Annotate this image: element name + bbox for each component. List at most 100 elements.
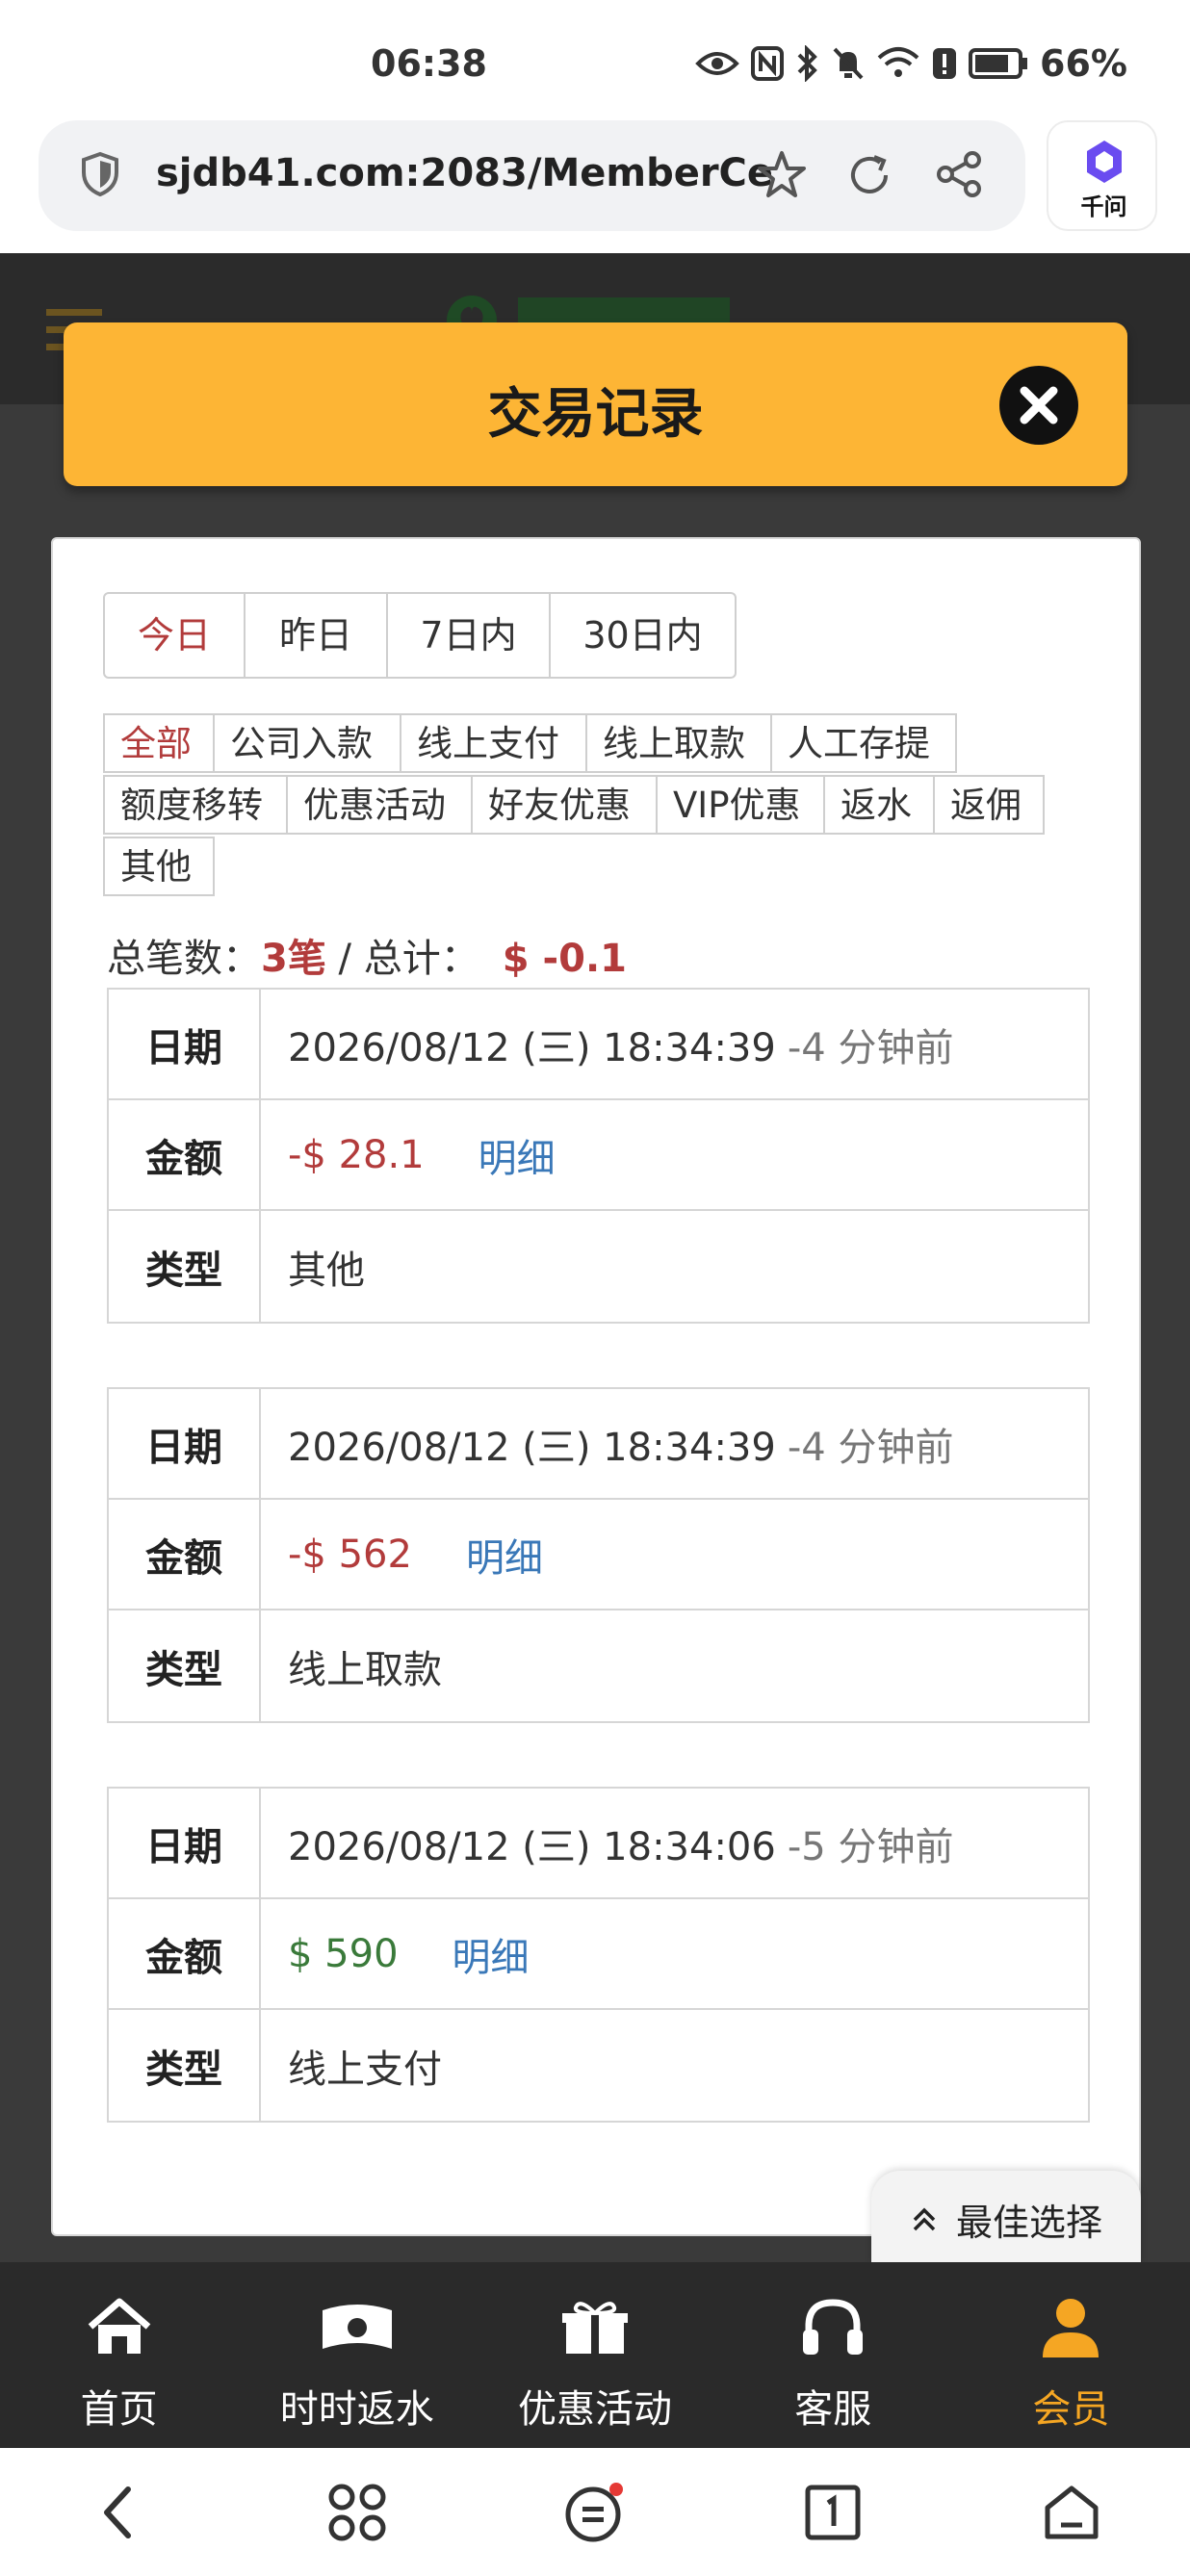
star-icon[interactable]: [756, 149, 808, 201]
nav-promotions-label: 优惠活动: [518, 2387, 672, 2432]
record-ago: -4 分钟前: [787, 1025, 954, 1070]
record-type-row: 类型 线上取款: [109, 1610, 1088, 1721]
type-tag-vip[interactable]: VIP优惠: [656, 775, 825, 835]
total-value: $ -0.1: [502, 937, 627, 981]
summary-line: 总笔数：3笔 / 总计： $ -0.1: [107, 927, 627, 983]
type-tag-manual[interactable]: 人工存提: [770, 713, 957, 773]
back-button[interactable]: [83, 2477, 154, 2548]
shield-icon[interactable]: [81, 151, 119, 197]
nav-rebate-label: 时时返水: [279, 2387, 434, 2432]
best-choice-button[interactable]: 最佳选择: [871, 2171, 1141, 2267]
tabs-button[interactable]: [797, 2477, 868, 2548]
nav-promotions[interactable]: 优惠活动: [476, 2262, 713, 2448]
date-filter-tabs: 今日 昨日 7日内 30日内: [103, 592, 737, 679]
amount-label: 金额: [109, 1500, 261, 1609]
type-tag-company-deposit[interactable]: 公司入款: [213, 713, 401, 773]
nav-support[interactable]: 客服: [714, 2262, 952, 2448]
type-tag-transfer[interactable]: 额度移转: [103, 775, 288, 835]
share-icon[interactable]: [934, 149, 984, 199]
menu-button[interactable]: [559, 2477, 631, 2548]
chevron-left-icon: [104, 2486, 131, 2538]
modal-header: 交易记录: [64, 322, 1127, 486]
record-amount: $ 590: [288, 1931, 399, 1976]
alert-icon: [933, 48, 956, 79]
record-type: 其他: [288, 1248, 365, 1293]
type-tag-all[interactable]: 全部: [103, 713, 215, 773]
gift-icon: [556, 2294, 634, 2361]
money-icon: [319, 2294, 396, 2361]
assistant-button[interactable]: 千问: [1047, 120, 1157, 231]
record-date-row: 日期 2026/08/12 (三) 18:34:06 -5 分钟前: [109, 1789, 1088, 1899]
bluetooth-icon: [797, 45, 817, 82]
home-icon: [81, 2294, 158, 2361]
wifi-icon: [877, 47, 919, 77]
type-tag-promotions[interactable]: 优惠活动: [286, 775, 473, 835]
reload-icon[interactable]: [845, 151, 893, 199]
detail-link[interactable]: 明细: [453, 1926, 530, 1982]
mute-icon: [833, 47, 864, 80]
record-type-row: 类型 线上支付: [109, 2010, 1088, 2121]
date-value: 2026/08/12 (三) 18:34:39 -4 分钟前: [261, 1389, 1088, 1498]
record-type: 线上取款: [288, 1647, 442, 1692]
nav-home[interactable]: 首页: [0, 2262, 238, 2448]
summary-separator: /: [325, 937, 364, 981]
record-ago: -4 分钟前: [787, 1425, 954, 1470]
headset-icon: [794, 2294, 871, 2361]
date-label: 日期: [109, 990, 261, 1098]
type-tag-other[interactable]: 其他: [103, 837, 215, 896]
record-amount: -$ 562: [288, 1532, 412, 1577]
close-icon: [1020, 386, 1058, 425]
status-time: 06:38: [371, 42, 487, 85]
date-value: 2026/08/12 (三) 18:34:06 -5 分钟前: [261, 1789, 1088, 1897]
nav-member-label: 会员: [1032, 2387, 1110, 2432]
record-amount: -$ 28.1: [288, 1132, 425, 1177]
amount-label: 金额: [109, 1899, 261, 2008]
type-tag-friend-bonus[interactable]: 好友优惠: [471, 775, 658, 835]
system-navigation-bar: [0, 2448, 1190, 2576]
apps-button[interactable]: [322, 2477, 393, 2548]
total-label: 总计：: [363, 937, 479, 981]
eye-icon: [695, 52, 739, 75]
type-tag-rebate[interactable]: 返水: [823, 775, 935, 835]
close-button[interactable]: [999, 366, 1078, 445]
record-datetime: 2026/08/12 (三) 18:34:06: [288, 1824, 776, 1869]
type-label: 类型: [109, 1211, 261, 1322]
nav-member[interactable]: 会员: [952, 2262, 1190, 2448]
tab-count-icon: [805, 2485, 861, 2540]
type-tag-commission[interactable]: 返佣: [933, 775, 1045, 835]
type-tag-online-payment[interactable]: 线上支付: [400, 713, 587, 773]
amount-value: $ 590 明细: [261, 1899, 1088, 2008]
detail-link[interactable]: 明细: [479, 1127, 556, 1183]
record-ago: -5 分钟前: [787, 1824, 954, 1869]
battery-percentage: 66%: [1040, 42, 1127, 85]
apps-icon: [328, 2484, 386, 2541]
detail-link[interactable]: 明细: [466, 1527, 543, 1583]
type-label: 类型: [109, 2010, 261, 2121]
tab-30-days[interactable]: 30日内: [551, 594, 735, 677]
nav-rebate[interactable]: 时时返水: [238, 2262, 476, 2448]
status-bar: 06:38 66%: [0, 0, 1190, 120]
best-choice-label: 最佳选择: [955, 2201, 1102, 2244]
tab-yesterday[interactable]: 昨日: [246, 594, 388, 677]
nav-home-label: 首页: [80, 2387, 158, 2432]
record-type: 线上支付: [288, 2047, 442, 2092]
date-label: 日期: [109, 1389, 261, 1498]
record-amount-row: 金额 $ 590 明细: [109, 1899, 1088, 2010]
url-text[interactable]: sjdb41.com:2083/MemberCe: [156, 151, 773, 195]
tab-7-days[interactable]: 7日内: [388, 594, 551, 677]
home-outline-icon: [1045, 2486, 1099, 2539]
battery-icon: [969, 48, 1027, 79]
record-amount-row: 金额 -$ 562 明细: [109, 1500, 1088, 1610]
type-tag-online-withdrawal[interactable]: 线上取款: [585, 713, 772, 773]
amount-value: -$ 28.1 明细: [261, 1100, 1088, 1209]
address-bar[interactable]: sjdb41.com:2083/MemberCe: [39, 120, 1025, 231]
menu-circle-icon: [565, 2483, 623, 2542]
chevron-up-icon: [913, 2207, 936, 2231]
home-button[interactable]: [1036, 2477, 1107, 2548]
transaction-record: 日期 2026/08/12 (三) 18:34:06 -5 分钟前 金额 $ 59…: [107, 1787, 1090, 2123]
record-date-row: 日期 2026/08/12 (三) 18:34:39 -4 分钟前: [109, 1389, 1088, 1500]
bottom-nav: 首页 时时返水 优惠活动 客服 会员: [0, 2262, 1190, 2448]
transaction-panel: 今日 昨日 7日内 30日内 全部 公司入款 线上支付 线上取款 人工存提 额度…: [51, 537, 1141, 2236]
tab-today[interactable]: 今日: [105, 594, 246, 677]
amount-label: 金额: [109, 1100, 261, 1209]
